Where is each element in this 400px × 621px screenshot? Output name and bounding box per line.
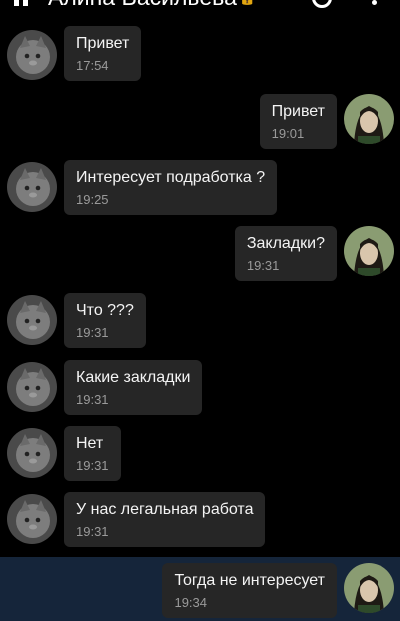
message-row: Что ??? 19:31 bbox=[0, 293, 400, 353]
lock-icon: 🔒 bbox=[239, 0, 256, 5]
message-time: 17:54 bbox=[76, 58, 109, 73]
message-row: У нас легальная работа 19:31 bbox=[0, 492, 400, 552]
message-text: Интересует подработка ? bbox=[76, 169, 266, 186]
loki-avatar[interactable] bbox=[344, 94, 394, 144]
message-row: Привет 19:01 bbox=[0, 94, 400, 154]
message-bubble[interactable]: Что ??? 19:31 bbox=[64, 293, 146, 348]
loki-avatar[interactable] bbox=[344, 226, 394, 276]
message-bubble[interactable]: Нет 19:31 bbox=[64, 426, 121, 481]
message-row: Какие закладки 19:31 bbox=[0, 360, 400, 420]
message-time: 19:34 bbox=[174, 595, 208, 610]
message-bubble[interactable]: Тогда не интересует 19:34 bbox=[162, 563, 337, 618]
message-row: Интересует подработка ? 19:25 bbox=[0, 160, 400, 220]
cat-avatar[interactable] bbox=[7, 362, 57, 412]
message-row: Нет 19:31 bbox=[0, 426, 400, 486]
cat-avatar[interactable] bbox=[7, 428, 57, 478]
loki-avatar[interactable] bbox=[344, 563, 394, 613]
more-icon[interactable] bbox=[372, 0, 377, 5]
message-bubble[interactable]: Привет 17:54 bbox=[64, 26, 142, 81]
message-bubble[interactable]: У нас легальная работа 19:31 bbox=[64, 492, 266, 547]
message-text: Привет bbox=[76, 35, 130, 52]
call-icon[interactable] bbox=[312, 0, 332, 8]
cat-avatar[interactable] bbox=[7, 295, 57, 345]
contact-name[interactable]: Алина Васильева🔒 bbox=[48, 0, 256, 10]
cat-avatar[interactable] bbox=[7, 162, 57, 212]
message-time: 19:31 bbox=[246, 258, 280, 273]
message-text: Тогда не интересует bbox=[174, 572, 325, 589]
message-text: Что ??? bbox=[76, 302, 134, 319]
message-row: Привет 17:54 bbox=[0, 26, 400, 88]
message-time: 19:31 bbox=[76, 458, 109, 473]
chat-header: Алина Васильева🔒 bbox=[0, 0, 400, 12]
message-bubble[interactable]: Привет 19:01 bbox=[259, 94, 337, 149]
message-time: 19:31 bbox=[76, 524, 109, 539]
message-bubble[interactable]: Закладки? 19:31 bbox=[234, 226, 337, 281]
message-bubble[interactable]: Интересует подработка ? 19:25 bbox=[64, 160, 278, 215]
message-row-highlighted[interactable]: Тогда не интересует 19:34 bbox=[0, 557, 400, 621]
message-text: Какие закладки bbox=[76, 369, 191, 386]
message-text: У нас легальная работа bbox=[76, 501, 254, 518]
contact-name-text: Алина Васильева bbox=[48, 0, 237, 10]
message-time: 19:31 bbox=[76, 392, 109, 407]
message-time: 19:31 bbox=[76, 325, 109, 340]
cat-avatar[interactable] bbox=[7, 30, 57, 80]
message-bubble[interactable]: Какие закладки 19:31 bbox=[64, 360, 203, 415]
pause-icon[interactable] bbox=[14, 0, 28, 6]
cat-avatar[interactable] bbox=[7, 494, 57, 544]
message-row: Закладки? 19:31 bbox=[0, 226, 400, 286]
message-text: Привет bbox=[271, 103, 325, 120]
message-time: 19:01 bbox=[271, 126, 305, 141]
message-text: Закладки? bbox=[246, 235, 325, 252]
message-text: Нет bbox=[76, 435, 104, 452]
message-time: 19:25 bbox=[76, 192, 109, 207]
